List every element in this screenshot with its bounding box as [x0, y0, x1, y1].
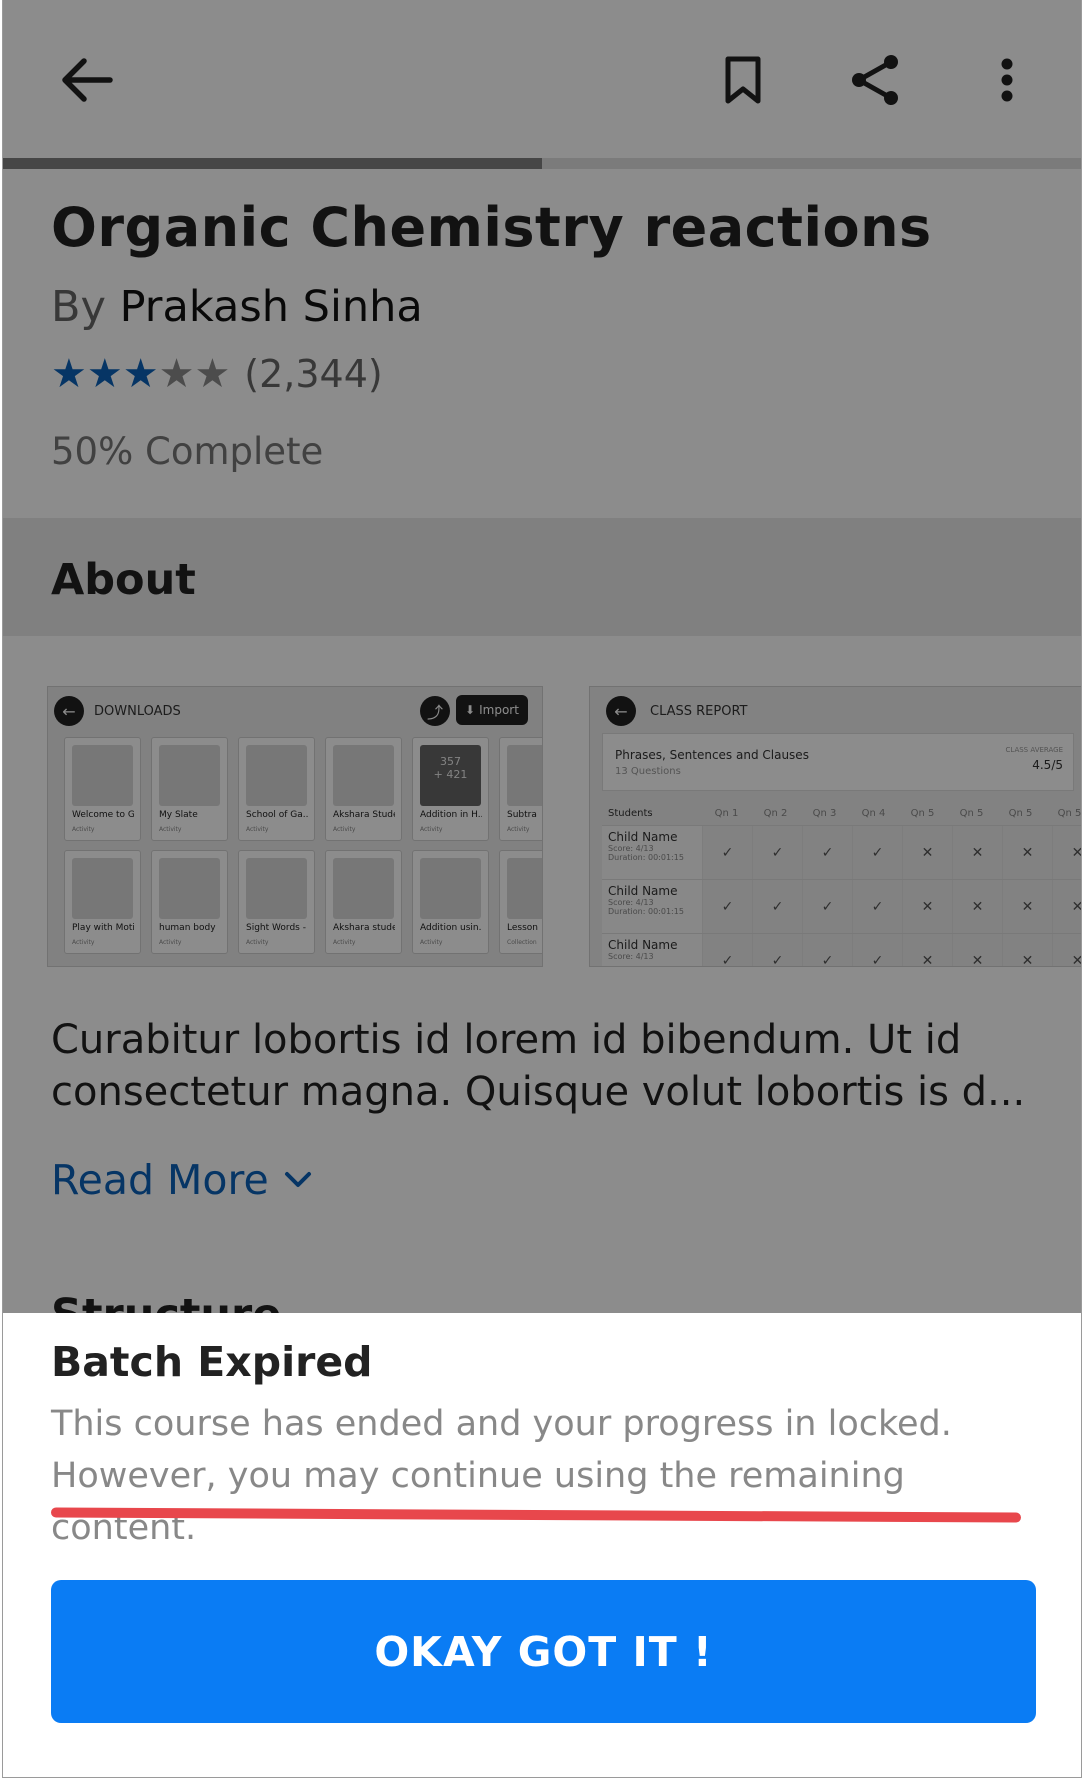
modal-backdrop[interactable] — [3, 0, 1081, 1313]
app-frame: Organic Chemistry reactions By Prakash S… — [0, 0, 1082, 1779]
okay-got-it-button[interactable]: OKAY GOT IT ! — [51, 1580, 1036, 1723]
dialog-message-line: However, you may continue using the rema… — [51, 1456, 905, 1548]
course-screen: Organic Chemistry reactions By Prakash S… — [2, 0, 1082, 1778]
dialog-title: Batch Expired — [51, 1338, 373, 1386]
dialog-message: This course has ended and your progress … — [51, 1398, 1051, 1554]
dialog-message-line: This course has ended and your progress … — [51, 1404, 952, 1444]
